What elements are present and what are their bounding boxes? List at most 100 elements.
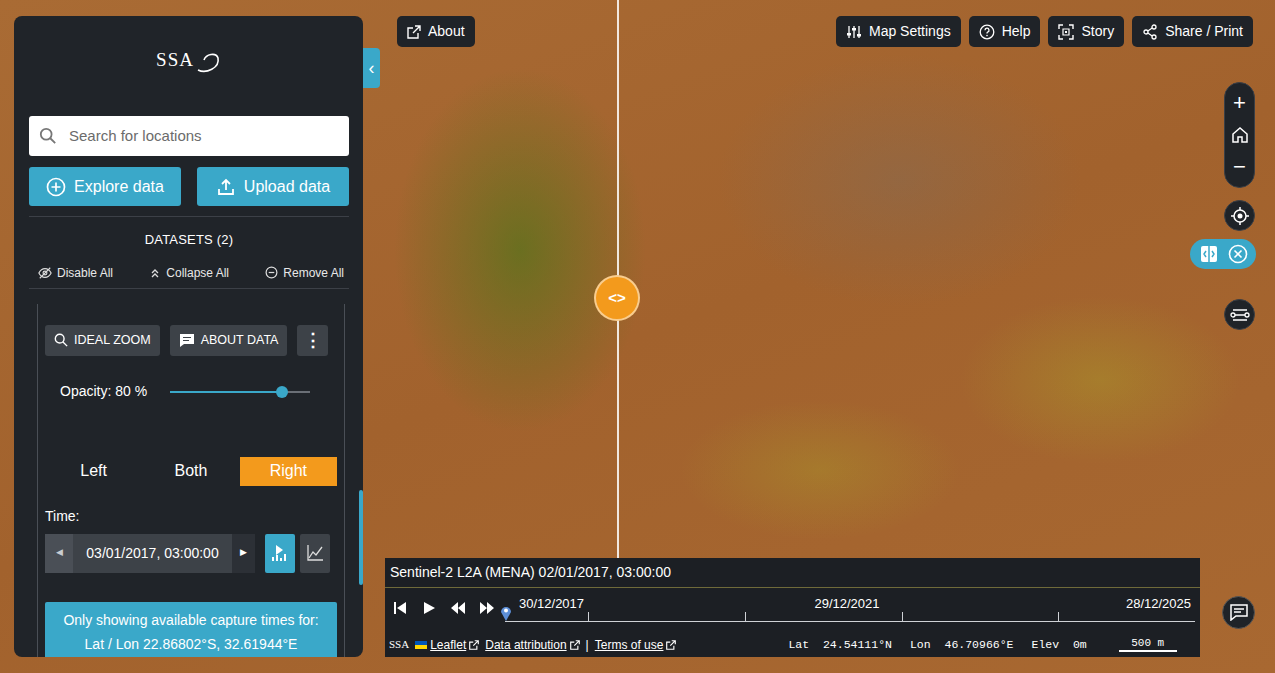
- crosshair-icon: [1231, 207, 1249, 225]
- search-box: [29, 116, 349, 156]
- terms-link[interactable]: Terms of use: [595, 636, 677, 654]
- external-link-icon: [570, 640, 580, 650]
- link-text: Data attribution: [485, 636, 566, 654]
- search-input[interactable]: [67, 124, 339, 149]
- share-print-button[interactable]: Share / Print: [1132, 16, 1253, 47]
- time-text: 03/01/2017, 03:00:00: [86, 543, 218, 564]
- timeline-axis[interactable]: 30/12/2017 29/12/2021 28/12/2025: [505, 588, 1195, 632]
- skip-back-icon: [394, 602, 406, 614]
- chat-icon: [1230, 604, 1248, 621]
- app: <> SSA Explore data Upload data DATASETS…: [0, 0, 1275, 673]
- measure-button[interactable]: [1224, 299, 1255, 330]
- zoom-control: + −: [1224, 82, 1255, 188]
- button-label: ABOUT DATA: [201, 331, 279, 350]
- opacity-slider[interactable]: [170, 391, 310, 393]
- timeline-panel: Sentinel-2 L2A (MENA) 02/01/2017, 03:00:…: [385, 558, 1200, 657]
- magnifier-icon: [54, 333, 68, 347]
- button-label: Share / Print: [1165, 21, 1243, 42]
- help-button[interactable]: Help: [969, 16, 1041, 47]
- footer-logo: SSA: [389, 636, 409, 653]
- time-value[interactable]: 03/01/2017, 03:00:00: [73, 534, 232, 573]
- panel-scrollbar[interactable]: [359, 490, 363, 585]
- axis-date: 28/12/2025: [1126, 594, 1191, 614]
- leaflet-link[interactable]: Leaflet: [415, 636, 479, 654]
- chart-button[interactable]: [300, 534, 330, 573]
- button-label: Help: [1002, 21, 1031, 42]
- separator: |: [586, 636, 589, 654]
- next-glyph: ▶: [240, 546, 247, 560]
- minus-circle-icon: [265, 266, 278, 279]
- collapse-tab[interactable]: ‹: [363, 48, 380, 88]
- timelapse-button[interactable]: [265, 534, 295, 573]
- latitude: Lat 24.54111°N: [788, 636, 892, 653]
- handle-label: <>: [608, 287, 626, 310]
- eye-slash-icon: [38, 266, 52, 280]
- measure-icon: [1230, 308, 1250, 322]
- rewind-icon: [451, 602, 465, 614]
- split-handle[interactable]: <>: [594, 275, 640, 321]
- remove-all-button[interactable]: Remove All: [265, 258, 344, 288]
- zoom-in-button[interactable]: +: [1233, 87, 1246, 119]
- upload-button[interactable]: Upload data: [197, 167, 349, 206]
- compare-toggle[interactable]: [1190, 239, 1256, 269]
- ukraine-flag-icon: [415, 641, 427, 649]
- prev-glyph: ◀: [56, 546, 63, 560]
- story-button[interactable]: Story: [1048, 16, 1124, 47]
- about-label: About: [428, 21, 465, 42]
- tool-label: Remove All: [283, 264, 344, 282]
- plus-circle-icon: [46, 177, 66, 197]
- upload-label: Upload data: [244, 175, 330, 199]
- disable-all-button[interactable]: Disable All: [38, 258, 113, 288]
- play-button[interactable]: [420, 599, 438, 617]
- close-circle-icon[interactable]: [1228, 244, 1248, 264]
- link-text: Terms of use: [595, 636, 664, 654]
- map-settings-button[interactable]: Map Settings: [836, 16, 961, 47]
- chevrons-up-icon: [149, 267, 161, 279]
- side-option[interactable]: Left: [45, 457, 142, 486]
- prev-time-button[interactable]: ◀: [45, 534, 73, 573]
- share-icon: [1142, 24, 1158, 40]
- external-link-icon: [407, 25, 421, 39]
- collapse-all-button[interactable]: Collapse All: [149, 258, 229, 288]
- side-option[interactable]: Both: [142, 457, 239, 486]
- time-label: Time:: [45, 506, 337, 527]
- time-marker-icon[interactable]: [500, 605, 512, 621]
- attribution-link[interactable]: Data attribution: [485, 636, 579, 654]
- ideal-zoom-button[interactable]: IDEAL ZOOM: [45, 325, 160, 356]
- step-back-button[interactable]: [449, 599, 467, 617]
- timeline-title: Sentinel-2 L2A (MENA) 02/01/2017, 03:00:…: [390, 562, 671, 583]
- side-option[interactable]: Right: [240, 457, 337, 486]
- search-icon: [39, 127, 57, 145]
- side-selector: Left Both Right: [45, 457, 337, 486]
- next-time-button[interactable]: ▶: [232, 534, 255, 573]
- locate-button[interactable]: [1224, 200, 1255, 231]
- line-chart-icon: [306, 544, 324, 562]
- question-icon: [979, 24, 995, 40]
- zoom-in-glyph: +: [1233, 92, 1246, 114]
- home-button[interactable]: [1231, 119, 1249, 151]
- opacity-knob[interactable]: [276, 386, 288, 398]
- external-link-icon: [666, 640, 676, 650]
- frame-icon: [1058, 24, 1074, 40]
- about-button[interactable]: About: [397, 16, 475, 47]
- opacity-label: Opacity: 80 %: [60, 381, 170, 402]
- capture-notice: Only showing available capture times for…: [45, 602, 337, 658]
- comment-icon: [179, 333, 195, 348]
- button-label: Map Settings: [869, 21, 951, 42]
- step-forward-button[interactable]: [478, 599, 496, 617]
- zoom-out-button[interactable]: −: [1233, 151, 1246, 183]
- about-data-button[interactable]: ABOUT DATA: [170, 325, 288, 356]
- elevation: Elev 0m: [1032, 636, 1087, 653]
- link-text: Leaflet: [430, 636, 466, 654]
- sliders-icon: [846, 25, 862, 39]
- more-button[interactable]: ⋮: [297, 325, 328, 356]
- feedback-button[interactable]: [1222, 596, 1255, 629]
- notice-line: Lat / Lon 22.86802°S, 32.61944°E: [51, 632, 331, 656]
- zoom-out-glyph: −: [1233, 156, 1246, 178]
- explore-button[interactable]: Explore data: [29, 167, 181, 206]
- skip-start-button[interactable]: [391, 599, 409, 617]
- collapse-glyph: ‹: [369, 55, 375, 82]
- logo-swoosh-icon: [196, 50, 222, 76]
- external-link-icon: [469, 640, 479, 650]
- longitude: Lon 46.70966°E: [910, 636, 1014, 653]
